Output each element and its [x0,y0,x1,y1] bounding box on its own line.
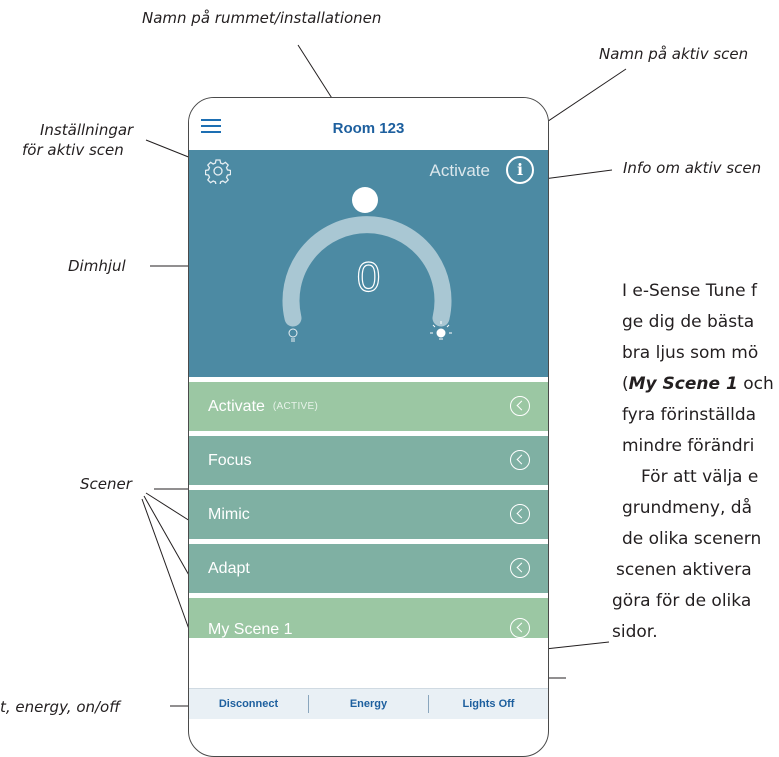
scene-label: Activate [208,397,265,415]
body-line: ge dig de bästa [622,312,755,332]
bulb-high-icon [430,321,452,340]
scene-label: Adapt [208,559,250,577]
annotation-settings-line1: Inställningar [40,121,134,139]
bulb-low-icon [288,328,298,342]
room-title: Room 123 [332,120,405,137]
body-line: För att välja e [641,467,759,487]
body-line: (My Scene 1 och [622,369,774,400]
chevron-left-icon[interactable] [510,558,530,578]
phone-screen: Room 123 Activate i 0 Activate (ACTIVE) … [188,97,549,757]
body-line: grundmeny, då [622,498,752,518]
body-line: mindre förändri [622,436,755,456]
annotation-active-scene-name: Namn på aktiv scen [599,45,749,63]
body-line: scenen aktivera [616,560,752,580]
lights-off-button[interactable]: Lights Off [429,698,548,710]
scene-item[interactable]: Adapt [189,544,548,593]
scene-list: Activate (ACTIVE) Focus Mimic Adapt My S… [189,382,548,643]
scene-item[interactable]: Activate (ACTIVE) [189,382,548,431]
scene-label: My Scene 1 [208,621,293,638]
active-scene-panel: Activate i 0 [189,150,548,377]
chevron-left-icon[interactable] [510,504,530,524]
body-line: I e-Sense Tune f [622,281,757,301]
body-line: göra för de olika [612,591,752,611]
scene-label: Mimic [208,505,250,523]
annotation-dim-wheel: Dimhjul [68,257,126,275]
dim-value: 0 [356,252,381,300]
scene-item[interactable]: My Scene 1 [189,598,548,638]
scene-item[interactable]: Focus [189,436,548,485]
chevron-left-icon[interactable] [510,396,530,416]
annotation-settings-line2: för aktiv scen [22,141,124,159]
dim-wheel-handle [352,187,378,213]
annotation-bottom-bar: t, energy, on/off [0,698,121,716]
bottom-bar: Disconnect Energy Lights Off [189,688,548,719]
annotation-info: Info om aktiv scen [623,159,762,177]
body-line: fyra förinställda [622,405,757,425]
annotation-scenes: Scener [80,475,132,493]
energy-button[interactable]: Energy [309,698,428,710]
annotation-room-name: Namn på rummet/installationen [142,9,382,27]
scene-label: Focus [208,451,252,469]
body-line: de olika scenern [622,529,762,549]
scene-item[interactable]: Mimic [189,490,548,539]
body-line: sidor. [612,622,658,642]
scene-active-tag: (ACTIVE) [272,401,319,412]
body-line: bra ljus som mö [622,343,759,363]
body-bold-scene: My Scene 1 [628,374,738,394]
disconnect-button[interactable]: Disconnect [189,698,308,710]
top-bar: Room 123 [189,98,548,150]
body-rest: och [737,374,774,394]
body-paren: ( [622,374,629,394]
chevron-left-icon[interactable] [510,618,530,638]
chevron-left-icon[interactable] [510,450,530,470]
